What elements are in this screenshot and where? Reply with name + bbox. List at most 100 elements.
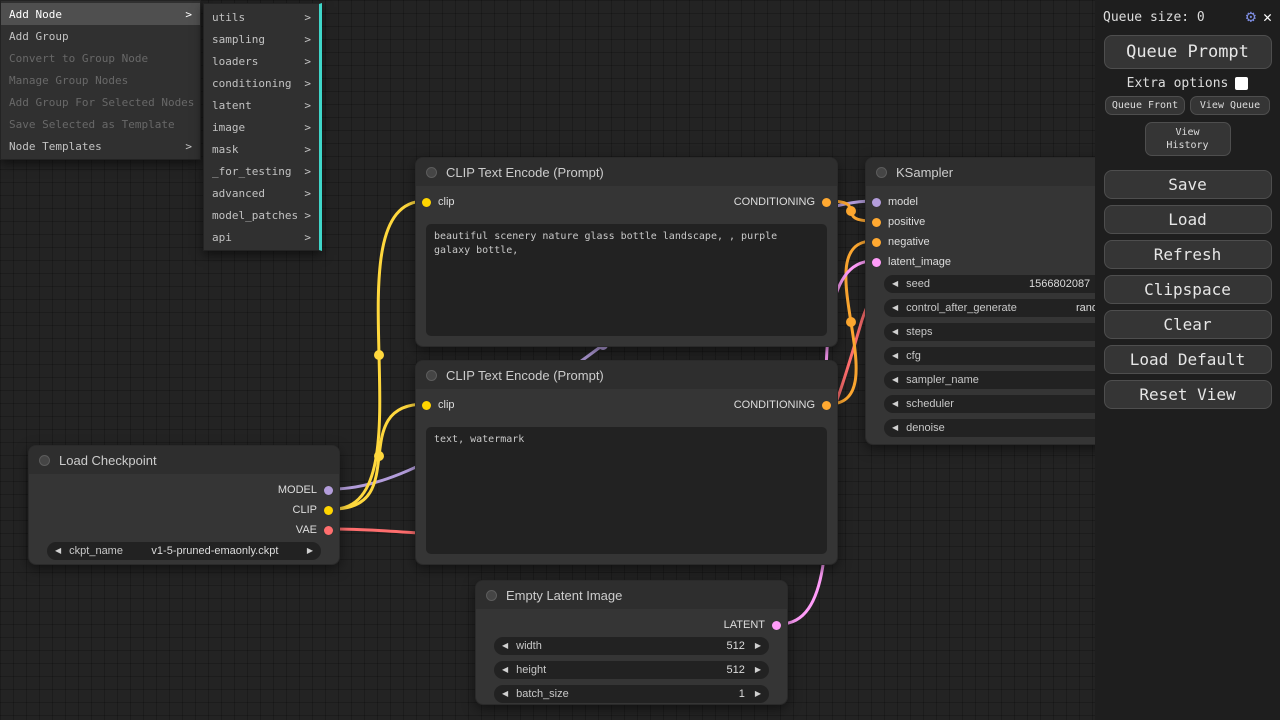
widget-label: width — [516, 640, 542, 652]
model-slot-dot-icon[interactable] — [324, 486, 333, 495]
stepper-left-icon[interactable]: ◀ — [502, 666, 508, 674]
stepper-left-icon[interactable]: ◀ — [55, 547, 61, 555]
submenu-item-api[interactable]: api > — [204, 226, 319, 248]
submenu-item-mask[interactable]: mask > — [204, 138, 319, 160]
collapse-dot-icon[interactable] — [486, 590, 497, 601]
stepper-left-icon[interactable]: ◀ — [892, 280, 898, 288]
stepper-left-icon[interactable]: ◀ — [892, 376, 898, 384]
collapse-dot-icon[interactable] — [876, 167, 887, 178]
submenu-item-latent[interactable]: latent > — [204, 94, 319, 116]
widget-label: ckpt_name — [69, 545, 123, 557]
clip-slot-dot-icon[interactable] — [422, 401, 431, 410]
collapse-dot-icon[interactable] — [426, 167, 437, 178]
submenu-item-image[interactable]: image > — [204, 116, 319, 138]
vae-slot-dot-icon[interactable] — [324, 526, 333, 535]
submenu-item-model-patches[interactable]: model_patches > — [204, 204, 319, 226]
extra-options-label: Extra options — [1127, 76, 1229, 91]
widget-batch-size[interactable]: ◀ batch_size 1 ▶ — [494, 685, 769, 703]
stepper-left-icon[interactable]: ◀ — [892, 424, 898, 432]
clear-button[interactable]: Clear — [1104, 310, 1272, 339]
menu-item-node-templates[interactable]: Node Templates > — [1, 135, 200, 157]
clip-slot-dot-icon[interactable] — [324, 506, 333, 515]
latent-slot-dot-icon[interactable] — [872, 258, 881, 267]
close-icon[interactable]: ✕ — [1263, 10, 1272, 25]
widget-value: 512 — [726, 640, 744, 652]
node-title-bar[interactable]: Empty Latent Image — [476, 581, 787, 609]
latent-slot-dot-icon[interactable] — [772, 621, 781, 630]
input-slot-clip[interactable]: clip — [416, 192, 455, 212]
view-history-button[interactable]: View History — [1145, 122, 1231, 156]
output-slot-conditioning[interactable]: CONDITIONING — [734, 395, 837, 415]
output-slot-conditioning[interactable]: CONDITIONING — [734, 192, 837, 212]
queue-front-button[interactable]: Queue Front — [1105, 96, 1185, 115]
widget-height[interactable]: ◀ height 512 ▶ — [494, 661, 769, 679]
stepper-left-icon[interactable]: ◀ — [892, 304, 898, 312]
menu-item-label: model_patches — [212, 209, 298, 222]
collapse-dot-icon[interactable] — [426, 370, 437, 381]
reset-view-button[interactable]: Reset View — [1104, 380, 1272, 409]
clip-slot-dot-icon[interactable] — [422, 198, 431, 207]
node-title-bar[interactable]: CLIP Text Encode (Prompt) — [416, 158, 837, 186]
input-slot-clip[interactable]: clip — [416, 395, 455, 415]
conditioning-slot-dot-icon[interactable] — [872, 218, 881, 227]
stepper-left-icon[interactable]: ◀ — [892, 352, 898, 360]
submenu-item-utils[interactable]: utils > — [204, 6, 319, 28]
save-button[interactable]: Save — [1104, 170, 1272, 199]
menu-item-label: Add Group For Selected Nodes — [9, 96, 194, 109]
submenu-item-sampling[interactable]: sampling > — [204, 28, 319, 50]
stepper-left-icon[interactable]: ◀ — [502, 690, 508, 698]
input-slot-label: negative — [888, 236, 930, 248]
widget-ckpt-name[interactable]: ◀ ckpt_name v1-5-pruned-emaonly.ckpt ▶ — [47, 542, 321, 560]
menu-item-manage-group-nodes[interactable]: Manage Group Nodes — [1, 69, 200, 91]
node-title: CLIP Text Encode (Prompt) — [446, 368, 604, 383]
queue-prompt-button[interactable]: Queue Prompt — [1104, 35, 1272, 69]
submenu-item-loaders[interactable]: loaders > — [204, 50, 319, 72]
node-title-bar[interactable]: Load Checkpoint — [29, 446, 339, 474]
widget-label: cfg — [906, 350, 921, 362]
refresh-button[interactable]: Refresh — [1104, 240, 1272, 269]
conditioning-slot-dot-icon[interactable] — [872, 238, 881, 247]
node-load-checkpoint[interactable]: Load Checkpoint MODEL CLIP VAE ◀ ckpt_na… — [28, 445, 340, 565]
output-slot-vae[interactable]: VAE — [29, 520, 339, 540]
menu-item-label: loaders — [212, 55, 258, 68]
view-queue-button[interactable]: View Queue — [1190, 96, 1270, 115]
submenu-item-conditioning[interactable]: conditioning > — [204, 72, 319, 94]
submenu-arrow-icon: > — [304, 55, 311, 68]
conditioning-slot-dot-icon[interactable] — [822, 198, 831, 207]
model-slot-dot-icon[interactable] — [872, 198, 881, 207]
conditioning-slot-dot-icon[interactable] — [822, 401, 831, 410]
submenu-item-for-testing[interactable]: _for_testing > — [204, 160, 319, 182]
stepper-right-icon[interactable]: ▶ — [307, 547, 313, 555]
output-slot-clip[interactable]: CLIP — [29, 500, 339, 520]
node-clip-text-encode-positive[interactable]: CLIP Text Encode (Prompt) clip CONDITION… — [415, 157, 838, 347]
stepper-left-icon[interactable]: ◀ — [892, 400, 898, 408]
menu-item-add-group-for-selected-nodes[interactable]: Add Group For Selected Nodes — [1, 91, 200, 113]
extra-options-checkbox[interactable] — [1235, 77, 1248, 90]
stepper-right-icon[interactable]: ▶ — [755, 666, 761, 674]
stepper-left-icon[interactable]: ◀ — [892, 328, 898, 336]
menu-item-label: Add Group — [9, 30, 69, 43]
widget-label: control_after_generate — [906, 302, 1017, 314]
menu-item-convert-to-group-node[interactable]: Convert to Group Node — [1, 47, 200, 69]
menu-item-add-node[interactable]: Add Node > — [1, 3, 200, 25]
load-button[interactable]: Load — [1104, 205, 1272, 234]
widget-width[interactable]: ◀ width 512 ▶ — [494, 637, 769, 655]
submenu-item-advanced[interactable]: advanced > — [204, 182, 319, 204]
output-slot-model[interactable]: MODEL — [29, 480, 339, 500]
prompt-text-negative[interactable]: text, watermark — [426, 427, 827, 554]
node-clip-text-encode-negative[interactable]: CLIP Text Encode (Prompt) clip CONDITION… — [415, 360, 838, 565]
stepper-left-icon[interactable]: ◀ — [502, 642, 508, 650]
clipspace-button[interactable]: Clipspace — [1104, 275, 1272, 304]
stepper-right-icon[interactable]: ▶ — [755, 642, 761, 650]
load-default-button[interactable]: Load Default — [1104, 345, 1272, 374]
stepper-right-icon[interactable]: ▶ — [755, 690, 761, 698]
menu-item-label: utils — [212, 11, 245, 24]
prompt-text-positive[interactable]: beautiful scenery nature glass bottle la… — [426, 224, 827, 336]
settings-gear-icon[interactable]: ⚙ — [1246, 9, 1256, 26]
node-empty-latent-image[interactable]: Empty Latent Image LATENT ◀ width 512 ▶ … — [475, 580, 788, 705]
menu-item-add-group[interactable]: Add Group — [1, 25, 200, 47]
menu-item-save-selected-as-template[interactable]: Save Selected as Template — [1, 113, 200, 135]
node-title-bar[interactable]: CLIP Text Encode (Prompt) — [416, 361, 837, 389]
output-slot-latent[interactable]: LATENT — [724, 615, 787, 635]
collapse-dot-icon[interactable] — [39, 455, 50, 466]
